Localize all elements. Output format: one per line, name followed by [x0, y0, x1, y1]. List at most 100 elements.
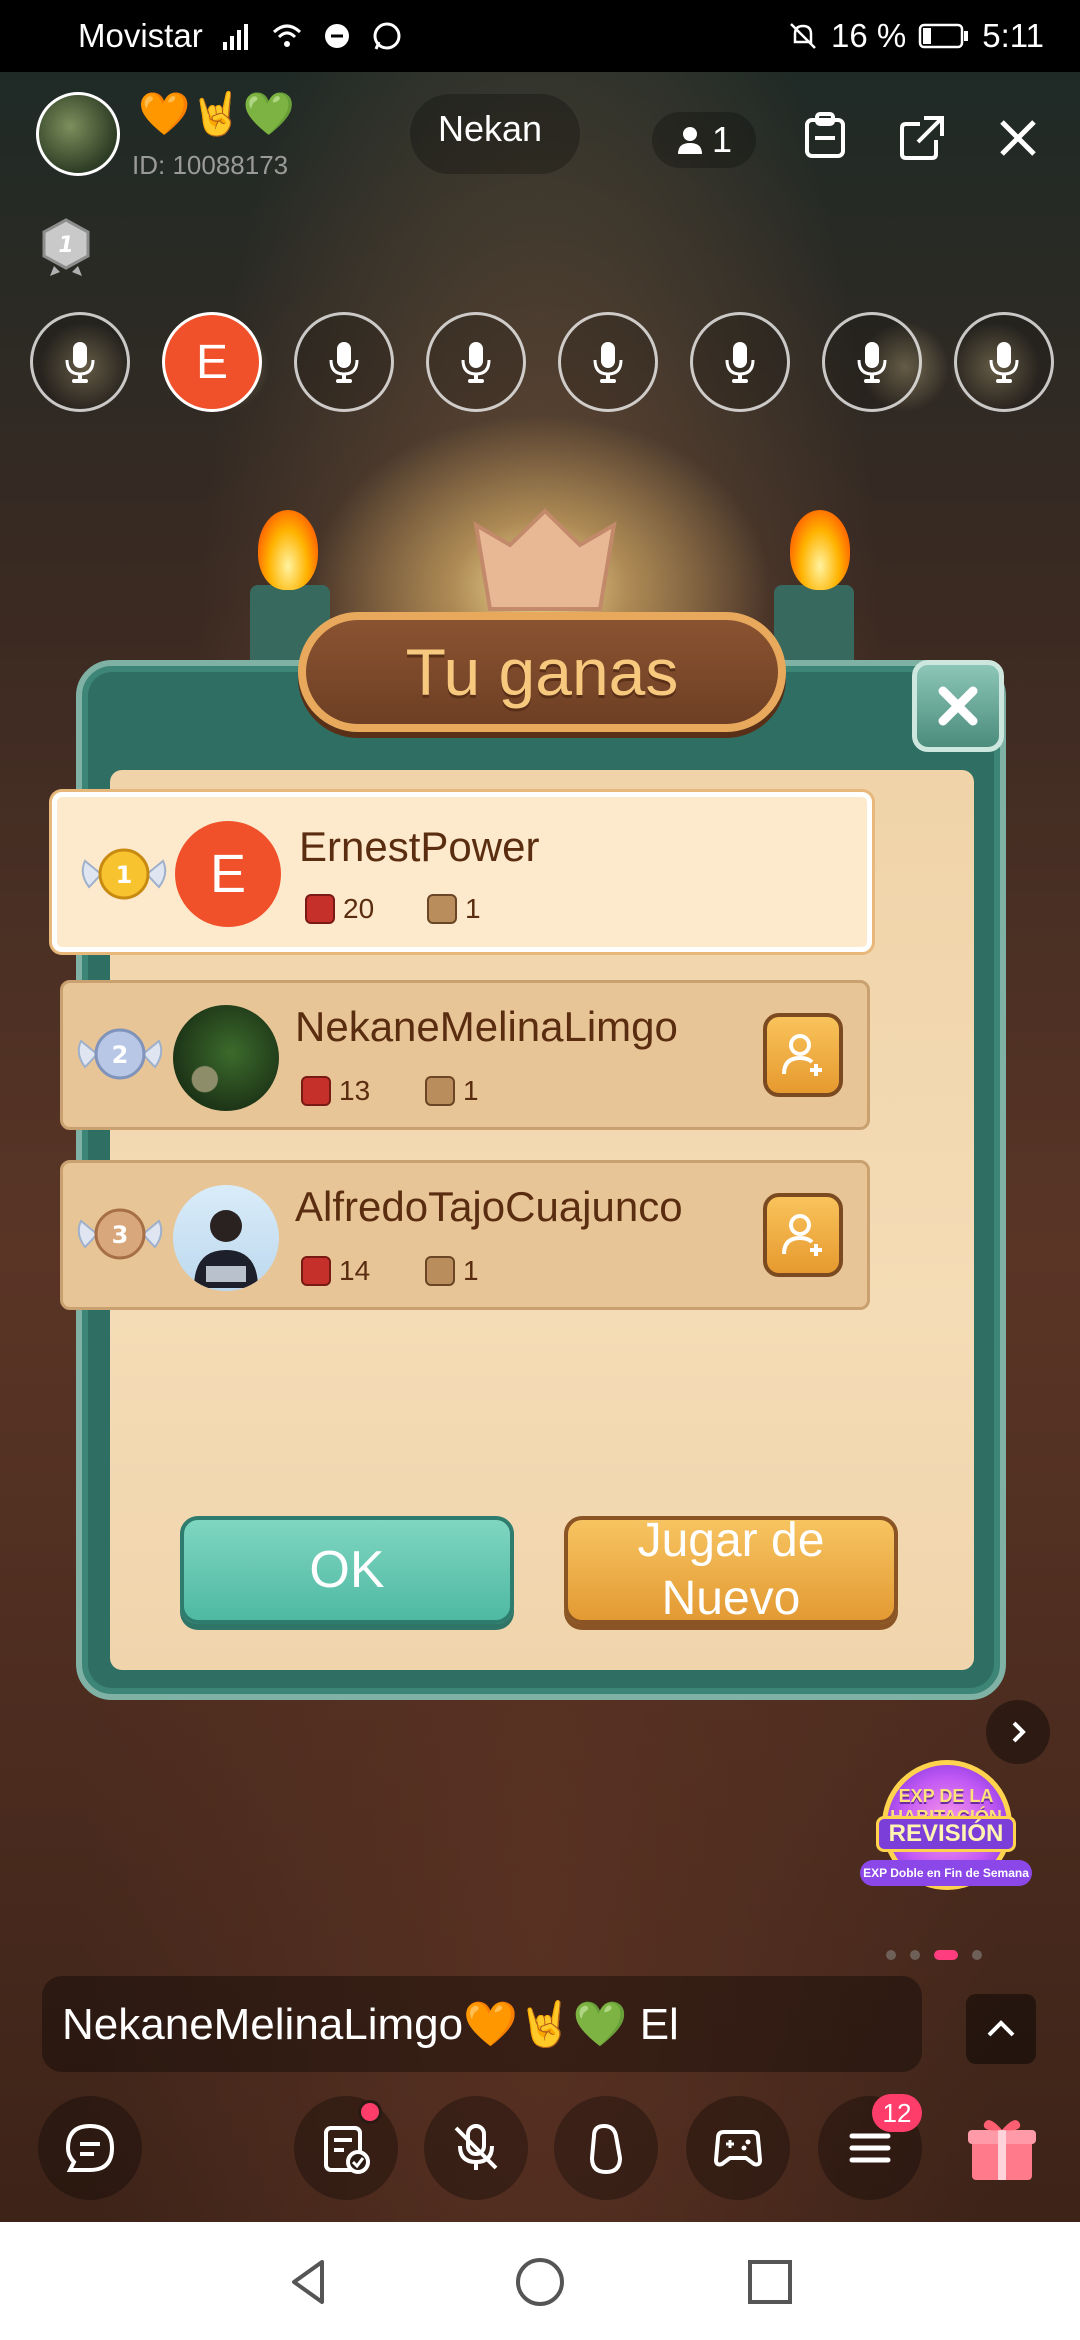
expand-chat-button[interactable]: [966, 1994, 1036, 2064]
dice-icon: [301, 1076, 331, 1106]
microphone-icon: [989, 342, 1019, 383]
dice-icon: [301, 1256, 331, 1286]
dice-stat: 13: [301, 1075, 370, 1107]
player-name: ErnestPower: [299, 823, 540, 870]
item-icon: [425, 1256, 455, 1286]
tool-stat: 1: [425, 1255, 479, 1287]
share-icon[interactable]: [892, 108, 952, 168]
online-users-button[interactable]: 1: [652, 112, 756, 168]
room-rank-badge-icon[interactable]: 1: [40, 218, 92, 278]
item-count: 1: [463, 1255, 479, 1286]
hand-icon: [589, 2123, 623, 2175]
microphone-icon: [329, 342, 359, 383]
menu-button[interactable]: 12: [818, 2094, 922, 2200]
dice-stat: 20: [305, 893, 374, 925]
battery-icon: [918, 23, 969, 49]
widget-page-indicator: [886, 1950, 982, 1960]
person-icon: [677, 127, 702, 154]
recents-icon[interactable]: [740, 2252, 800, 2312]
raise-hand-button[interactable]: [554, 2096, 658, 2200]
mic-seat-6[interactable]: [690, 312, 790, 412]
player-avatar[interactable]: E: [175, 821, 281, 927]
room-exp-promo[interactable]: EXP DE LA HABITACIÓN REVISIÓN EXP Doble …: [842, 1750, 1050, 1900]
promo-subtitle: EXP Doble en Fin de Semana: [860, 1860, 1032, 1886]
back-icon[interactable]: [278, 2252, 338, 2312]
microphone-icon: [461, 342, 491, 383]
gift-button[interactable]: [950, 2096, 1054, 2200]
room-emojis: 🧡🤘💚: [138, 90, 295, 137]
mic-seats: E: [30, 312, 1060, 412]
item-icon: [427, 894, 457, 924]
player-avatar[interactable]: [173, 1005, 279, 1111]
chat-button[interactable]: [38, 2096, 142, 2200]
mic-seat-4[interactable]: [426, 312, 526, 412]
bottom-toolbar: 12: [0, 2094, 1080, 2220]
chat-bubble-icon: [65, 2123, 115, 2172]
player-row-1: 1 E ErnestPower 20 1: [52, 792, 872, 952]
mic-seat-7[interactable]: [822, 312, 922, 412]
dialog-close-button[interactable]: [912, 660, 1004, 752]
player-name: NekaneMelinaLimgo: [295, 1003, 678, 1050]
room-avatar[interactable]: [36, 92, 120, 176]
microphone-icon: [593, 342, 623, 383]
signal-icon: [222, 24, 248, 50]
left-flame-icon: [258, 510, 318, 590]
microphone-icon: [65, 342, 95, 383]
online-users-count: 1: [711, 119, 733, 160]
item-count: 1: [463, 1075, 479, 1106]
player-name: AlfredoTajoCuajunco: [295, 1183, 683, 1230]
mic-seat-8[interactable]: [954, 312, 1054, 412]
microphone-icon: [857, 342, 887, 383]
dice-stat: 14: [301, 1255, 370, 1287]
microphone-icon: [725, 342, 755, 383]
task-list-icon: [324, 2126, 370, 2174]
mic-seat-user[interactable]: E: [162, 312, 262, 412]
close-room-icon[interactable]: [988, 108, 1048, 168]
tasks-button[interactable]: [294, 2096, 398, 2200]
right-flame-icon: [790, 510, 850, 590]
item-icon: [425, 1076, 455, 1106]
battery-percent: 16 %: [831, 17, 907, 54]
add-friend-button[interactable]: [763, 1193, 843, 1277]
add-friend-icon: [782, 1214, 822, 1256]
status-bar: Movistar 16 % 5:11: [0, 0, 1080, 72]
player-row-3: 3 AlfredoTajoCuajunco 14 1: [60, 1160, 870, 1310]
home-icon[interactable]: [510, 2252, 570, 2312]
dice-count: 13: [339, 1075, 371, 1106]
promo-status: REVISIÓN: [876, 1816, 1016, 1852]
games-button[interactable]: [686, 2096, 790, 2200]
svg-text:3: 3: [112, 1221, 129, 1249]
microphone-off-icon: [454, 2124, 498, 2170]
player-avatar[interactable]: [173, 1185, 279, 1291]
add-friend-button[interactable]: [763, 1013, 843, 1097]
wifi-icon: [272, 24, 301, 47]
system-nav-bar: [0, 2222, 1080, 2340]
gift-icon: [968, 2120, 1036, 2180]
chat-message[interactable]: NekaneMelinaLimgo🧡🤘💚 El: [42, 1976, 922, 2072]
player-row-2: 2 NekaneMelinaLimgo 13 1: [60, 980, 870, 1130]
gold-medal-icon: 1: [81, 848, 167, 900]
tool-stat: 1: [427, 893, 481, 925]
item-count: 1: [465, 893, 481, 924]
carrier-label: Movistar: [78, 17, 203, 54]
chevron-right-icon: [1012, 1721, 1026, 1743]
gamepad-icon: [713, 2130, 763, 2167]
room-id: ID: 10088173: [132, 150, 289, 180]
mute-mic-button[interactable]: [424, 2096, 528, 2200]
bronze-medal-icon: 3: [77, 1208, 163, 1260]
clock: 5:11: [982, 17, 1044, 54]
ok-button[interactable]: OK: [180, 1516, 514, 1624]
mute-notifications-icon: [790, 23, 816, 49]
mic-seat-5[interactable]: [558, 312, 658, 412]
whatsapp-icon: [373, 22, 401, 50]
svg-text:1: 1: [58, 233, 73, 258]
room-name[interactable]: Nekan: [410, 94, 580, 174]
mic-seat-3[interactable]: [294, 312, 394, 412]
add-friend-icon: [782, 1034, 822, 1076]
dice-count: 20: [343, 893, 375, 924]
clipboard-icon[interactable]: [795, 108, 855, 168]
mic-seat-1[interactable]: [30, 312, 130, 412]
play-again-button[interactable]: Jugar de Nuevo: [564, 1514, 898, 1625]
user-initial: E: [195, 335, 228, 389]
notification-dot: [358, 2100, 382, 2124]
